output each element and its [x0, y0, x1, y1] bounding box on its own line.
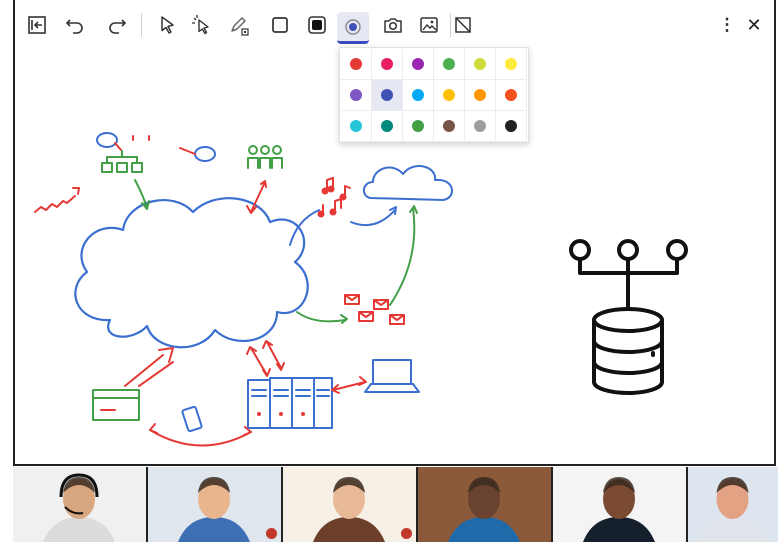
clear-canvas-button[interactable] — [447, 9, 479, 41]
squiggle-arrow — [34, 195, 76, 213]
envelopes-icon — [344, 294, 405, 325]
people-icon — [247, 145, 283, 169]
database-network-icon — [569, 239, 688, 395]
participant-video-tile[interactable] — [148, 467, 281, 542]
whiteboard-toolbar: ⋮ ✕ — [13, 0, 776, 46]
color-picker-button[interactable] — [337, 12, 369, 44]
shape-tool-button[interactable] — [264, 9, 296, 41]
music-notes-icon — [317, 177, 351, 218]
participant-video — [283, 467, 416, 542]
big-cloud-shape — [74, 197, 309, 349]
participant-video-tile[interactable] — [553, 467, 686, 542]
laptop-icon — [364, 359, 420, 393]
participant-video-tile[interactable] — [283, 467, 416, 542]
camera-icon — [384, 18, 402, 33]
close-icon[interactable]: ✕ — [738, 9, 770, 41]
clear-canvas-icon — [455, 17, 471, 33]
mind-map-node — [194, 146, 216, 162]
select-tool-button[interactable] — [151, 9, 183, 41]
participant-video — [148, 467, 281, 542]
participant-video — [553, 467, 686, 542]
whiteboard-canvas[interactable] — [15, 50, 773, 462]
fill-square-icon — [308, 16, 326, 34]
laser-pointer-button[interactable] — [185, 9, 217, 41]
pen-icon — [231, 17, 249, 36]
muted-mic-icon — [266, 528, 277, 539]
toolbar-divider — [141, 13, 142, 37]
color-picker-icon — [345, 18, 361, 35]
image-icon — [420, 17, 438, 33]
muted-mic-icon — [401, 528, 412, 539]
server-rack-icon — [247, 377, 333, 429]
select-pointer-icon — [161, 16, 174, 34]
undo-button[interactable] — [59, 9, 91, 41]
fill-tool-button[interactable] — [301, 9, 333, 41]
exit-panel-button[interactable] — [21, 9, 53, 41]
insert-image-button[interactable] — [413, 9, 445, 41]
participant-video-tile[interactable] — [688, 467, 778, 542]
small-cloud-shape — [362, 165, 453, 201]
exit-panel-icon — [28, 16, 46, 34]
participant-strip — [13, 467, 778, 542]
laser-pointer-icon — [192, 15, 209, 35]
redo-icon — [109, 19, 127, 34]
participant-video — [688, 467, 778, 542]
phone-icon — [181, 405, 203, 433]
browser-window-icon — [92, 389, 140, 421]
mind-map-node — [96, 132, 118, 148]
participant-video-tile[interactable] — [418, 467, 551, 542]
camera-button[interactable] — [377, 9, 409, 41]
participant-video — [418, 467, 551, 542]
shape-square-icon — [272, 17, 288, 33]
undo-icon — [65, 19, 83, 34]
redo-button[interactable] — [101, 9, 133, 41]
participant-video — [13, 467, 146, 542]
pen-tool-button[interactable] — [223, 9, 255, 41]
participant-video-tile[interactable] — [13, 467, 146, 542]
